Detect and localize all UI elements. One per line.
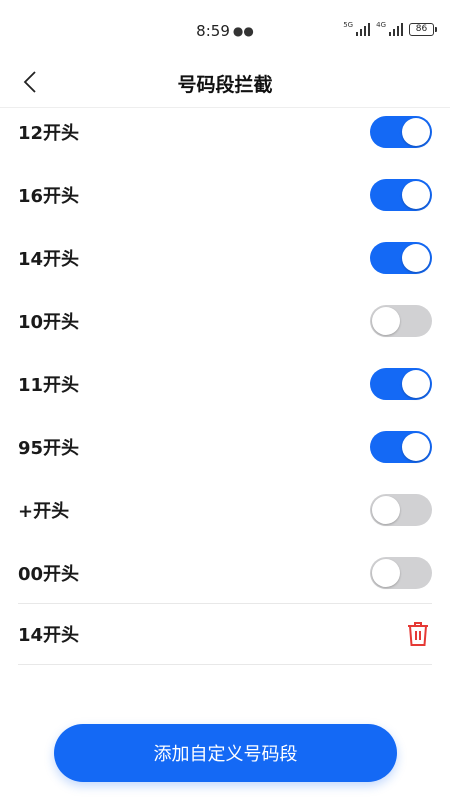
status-bar: 8:59 ●● 5G 4G 86 — [0, 0, 450, 62]
prefix-row: 16开头 — [18, 163, 432, 226]
prefix-row: 11开头 — [18, 352, 432, 415]
toggle-knob — [372, 558, 400, 587]
trash-icon — [408, 622, 428, 646]
custom-prefix-label: 14开头 — [18, 625, 80, 646]
battery-icon: 86 — [409, 22, 437, 36]
toggle-knob — [372, 306, 400, 335]
prefix-label: 11开头 — [18, 374, 80, 396]
prefix-row: 95开头 — [18, 415, 432, 478]
prefix-toggle[interactable] — [370, 241, 432, 274]
prefix-label: 16开头 — [18, 185, 80, 207]
signal-4g-icon: 4G — [376, 22, 403, 36]
prefix-toggle[interactable] — [370, 178, 432, 211]
prefix-list: 12开头 16开头 14开头 10开头 11开头 95开头 +开头 00开头 — [18, 100, 432, 604]
toggle-knob — [402, 180, 430, 209]
prefix-label: 12开头 — [18, 122, 80, 144]
prefix-label: +开头 — [18, 500, 70, 522]
prefix-toggle[interactable] — [370, 367, 432, 400]
signal-5g-icon: 5G — [343, 22, 371, 36]
toggle-knob — [402, 369, 430, 398]
prefix-row: 14开头 — [18, 226, 432, 289]
toggle-knob — [402, 243, 430, 272]
prefix-label: 10开头 — [18, 311, 80, 333]
toggle-knob — [372, 495, 400, 524]
page-title: 号码段拦截 — [177, 74, 273, 96]
status-icons: 5G 4G 86 — [343, 22, 437, 36]
prefix-toggle[interactable] — [370, 430, 432, 463]
delete-button[interactable] — [404, 620, 432, 648]
prefix-label: 14开头 — [18, 248, 80, 270]
prefix-row: 12开头 — [18, 100, 432, 163]
custom-prefix-row: 14开头 — [18, 604, 432, 664]
toggle-knob — [402, 432, 430, 461]
prefix-toggle[interactable] — [370, 304, 432, 337]
prefix-toggle[interactable] — [370, 556, 432, 589]
custom-prefix-list: 14开头 — [18, 603, 432, 665]
prefix-row: 00开头 — [18, 541, 432, 604]
prefix-row: 10开头 — [18, 289, 432, 352]
prefix-label: 95开头 — [18, 437, 80, 459]
status-time: 8:59 — [196, 22, 230, 40]
prefix-toggle[interactable] — [370, 115, 432, 148]
prefix-toggle[interactable] — [370, 493, 432, 526]
prefix-label: 00开头 — [18, 563, 80, 585]
prefix-row: +开头 — [18, 478, 432, 541]
add-custom-prefix-button[interactable]: 添加自定义号码段 — [54, 724, 397, 782]
toggle-knob — [402, 117, 430, 146]
wechat-icon: ●● — [232, 24, 254, 38]
